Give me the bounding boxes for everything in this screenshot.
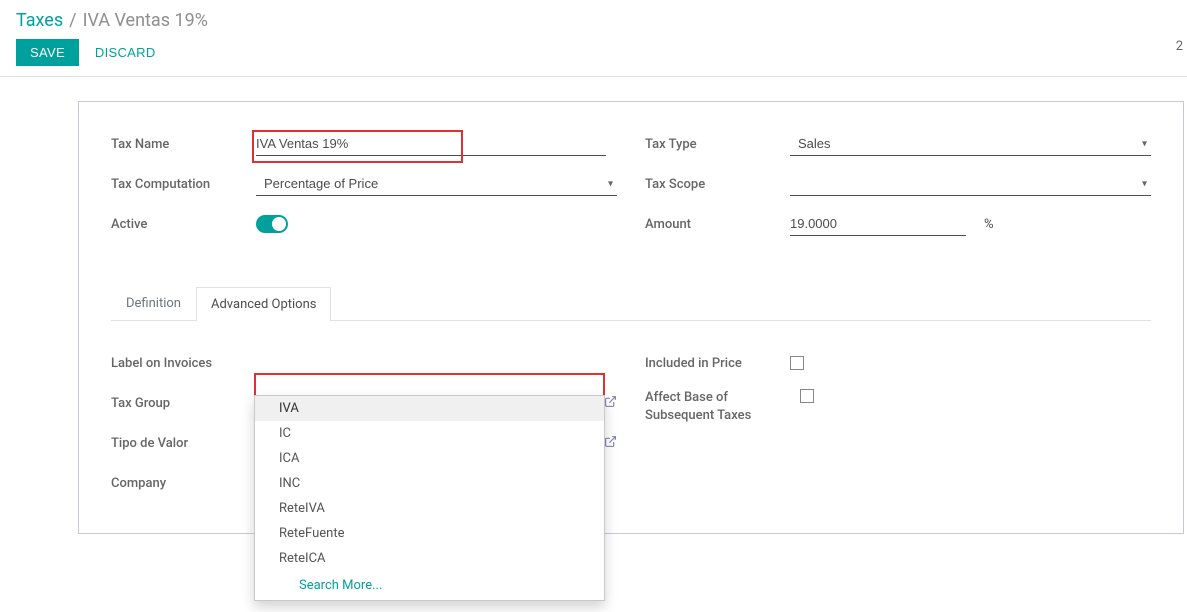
tax-computation-label: Tax Computation: [111, 177, 256, 192]
tab-advanced-options[interactable]: Advanced Options: [196, 287, 331, 321]
amount-input[interactable]: [790, 212, 966, 236]
included-in-price-label: Included in Price: [645, 356, 790, 371]
page-indicator: 2: [1176, 39, 1183, 54]
breadcrumb-current: IVA Ventas 19%: [83, 10, 208, 31]
save-button[interactable]: SAVE: [16, 39, 79, 66]
included-in-price-checkbox[interactable]: [790, 356, 804, 370]
active-label: Active: [111, 217, 256, 232]
affect-base-label: Affect Base of Subsequent Taxes: [645, 389, 800, 425]
dropdown-option[interactable]: IVA: [255, 396, 604, 421]
amount-label: Amount: [645, 217, 790, 232]
tab-definition[interactable]: Definition: [111, 286, 196, 320]
dropdown-search-more[interactable]: Search More...: [255, 571, 604, 600]
active-toggle[interactable]: [256, 215, 288, 233]
dropdown-option[interactable]: ReteIVA: [255, 496, 604, 521]
dropdown-option[interactable]: ReteICA: [255, 546, 604, 571]
breadcrumb-root[interactable]: Taxes: [16, 10, 63, 31]
amount-suffix: %: [984, 217, 994, 232]
dropdown-option[interactable]: ReteFuente: [255, 521, 604, 546]
tax-type-select[interactable]: [790, 132, 1151, 155]
company-label: Company: [111, 476, 256, 491]
tax-type-label: Tax Type: [645, 137, 790, 152]
dropdown-option[interactable]: ICA: [255, 446, 604, 471]
discard-button[interactable]: DISCARD: [95, 45, 156, 60]
tax-name-label: Tax Name: [111, 137, 256, 152]
breadcrumb-sep: /: [69, 10, 76, 31]
form-sheet: Tax Name Tax Computation ▾ Active: [78, 101, 1184, 534]
external-link-icon[interactable]: [604, 435, 617, 452]
label-on-invoices-label: Label on Invoices: [111, 356, 256, 371]
tipo-de-valor-dropdown: IVA IC ICA INC ReteIVA ReteFuente ReteIC…: [254, 395, 605, 601]
tipo-de-valor-label: Tipo de Valor: [111, 436, 256, 451]
affect-base-checkbox[interactable]: [800, 389, 814, 403]
tax-scope-label: Tax Scope: [645, 177, 790, 192]
dropdown-option[interactable]: INC: [255, 471, 604, 496]
breadcrumb: Taxes / IVA Ventas 19%: [16, 10, 208, 31]
tax-name-input[interactable]: [256, 132, 606, 155]
dropdown-option[interactable]: IC: [255, 421, 604, 446]
tax-computation-select[interactable]: [256, 172, 617, 195]
tax-group-label: Tax Group: [111, 396, 256, 411]
tax-scope-select[interactable]: [790, 172, 1151, 195]
external-link-icon[interactable]: [604, 395, 617, 412]
